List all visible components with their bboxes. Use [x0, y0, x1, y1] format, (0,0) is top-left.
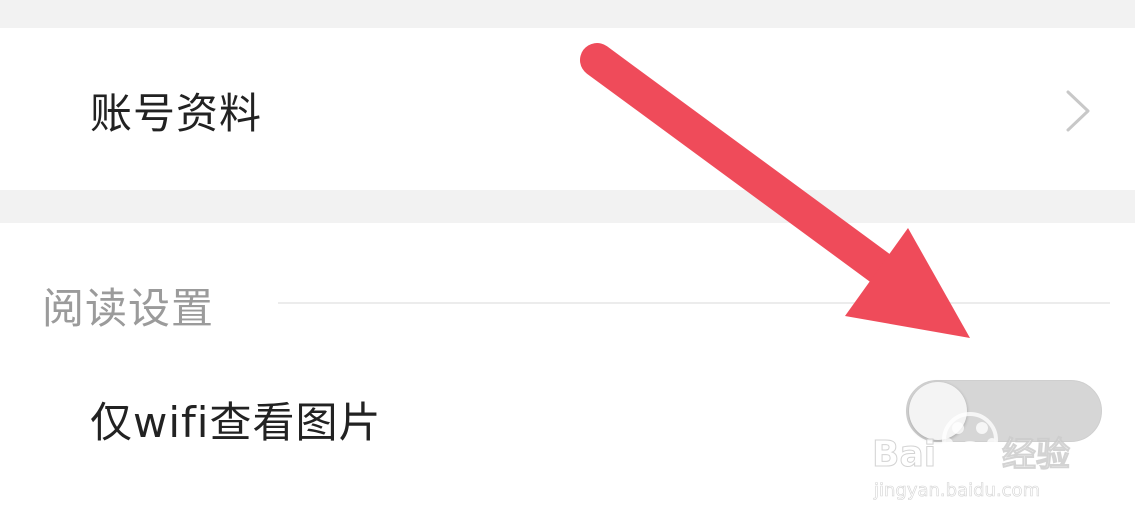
settings-page: 账号资料 阅读设置 仅wifi查看图片 Bai 经验 jingyan.baidu… [0, 0, 1135, 527]
wifi-images-label: 仅wifi查看图片 [90, 398, 382, 447]
chevron-right-icon [1066, 90, 1090, 132]
reading-settings-section: 阅读设置 仅wifi查看图片 [0, 223, 1135, 527]
section-divider [278, 302, 1110, 304]
wifi-images-toggle[interactable] [906, 380, 1102, 442]
section-gap [0, 190, 1135, 223]
account-row[interactable]: 账号资料 [0, 28, 1135, 190]
top-spacer [0, 0, 1135, 28]
section-title: 阅读设置 [42, 284, 215, 333]
account-label: 账号资料 [90, 89, 263, 138]
toggle-knob[interactable] [909, 382, 967, 440]
